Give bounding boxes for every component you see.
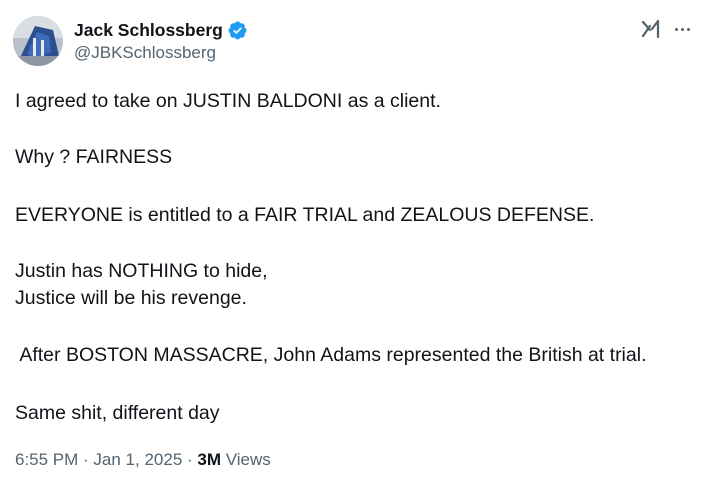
tweet-line: Justin has NOTHING to hide, <box>15 260 268 282</box>
more-dot <box>674 27 678 31</box>
tweet-line: Same shit, different day <box>15 402 220 424</box>
tweet-line: Why ? FAIRNESS <box>15 146 173 168</box>
tweet-line: Justice will be his revenge. <box>15 287 247 309</box>
tweet-line: After BOSTON MASSACRE, John Adams repres… <box>15 344 647 366</box>
more-options-icon[interactable] <box>670 18 694 40</box>
avatar[interactable] <box>13 16 63 66</box>
verified-badge-icon[interactable] <box>227 20 248 41</box>
tweet-line: I agreed to take on JUSTIN BALDONI as a … <box>15 90 441 112</box>
meta-separator: · <box>78 450 94 469</box>
more-dot <box>680 27 684 31</box>
grok-icon[interactable] <box>640 18 662 40</box>
more-dot <box>686 27 690 31</box>
tweet-meta: 6:55 PM · Jan 1, 2025 · 3M Views <box>15 450 271 470</box>
views-count[interactable]: 3M <box>197 450 221 470</box>
views-label[interactable]: Views <box>221 450 271 470</box>
meta-separator: · <box>182 450 198 469</box>
author-display-name[interactable]: Jack Schlossberg <box>74 20 223 41</box>
tweet-time[interactable]: 6:55 PM <box>15 450 78 470</box>
author-handle[interactable]: @JBKSchlossberg <box>74 43 216 63</box>
tweet-line: EVERYONE is entitled to a FAIR TRIAL and… <box>15 204 595 226</box>
author-name-row[interactable]: Jack Schlossberg <box>74 18 248 42</box>
tweet-date[interactable]: Jan 1, 2025 <box>93 450 182 470</box>
